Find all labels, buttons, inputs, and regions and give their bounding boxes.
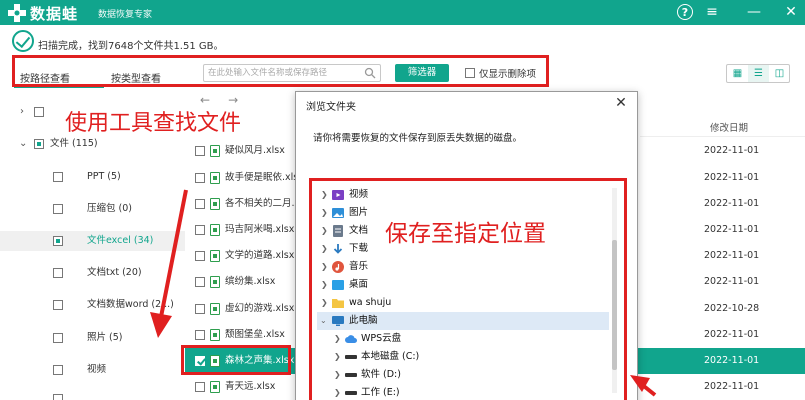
view-toggle: ▦ ☰ ◫ [726,64,790,83]
tree-checkbox[interactable] [53,236,63,246]
tree-item-more[interactable] [0,389,185,400]
file-date: 2022-11-01 [704,381,760,392]
file-name: 虚幻的游戏.xlsx [225,303,295,314]
menu-icon[interactable]: ≡ [703,3,721,21]
tree-item-videos[interactable]: 视频 [0,360,185,380]
scan-status-text: 扫描完成，找到7648个文件共1.51 GB。 [38,41,224,52]
app-brand: 数据蛙 [30,5,79,23]
category-tree: › ⌄ 文件 (115) PPT (5) 压缩包 (0) 文件excel (34… [0,96,185,400]
expand-arrow-icon[interactable]: › [20,102,24,122]
file-date: 2022-11-01 [704,250,760,261]
selected-row-highlight-frame [181,345,291,375]
file-date: 2022-11-01 [704,145,760,156]
excel-file-icon [210,303,220,315]
list-header: 修改日期 [640,113,805,137]
tree-checkbox[interactable] [34,139,44,149]
collapse-arrow-icon[interactable]: ⌄ [19,134,27,154]
file-checkbox[interactable] [195,173,205,183]
detail-view-icon[interactable]: ◫ [769,65,790,82]
file-name: 玛吉阿米喝.xlsx [225,224,295,235]
tree-item-excel[interactable]: 文件excel (34) [0,231,185,251]
tree-checkbox[interactable] [53,333,63,343]
file-name: 疑似风月.xlsx [225,145,285,156]
app-logo-icon [8,4,26,22]
annotation-use-tool: 使用工具查找文件 [65,111,242,136]
folder-tree-highlight-frame [309,178,627,400]
file-date: 2022-11-01 [704,355,760,366]
tree-checkbox[interactable] [53,300,63,310]
tree-checkbox[interactable] [53,204,63,214]
tree-checkbox[interactable] [53,365,63,375]
file-date: 2022-11-01 [704,198,760,209]
tree-checkbox[interactable] [34,107,44,117]
excel-file-icon [210,145,220,157]
file-name: 故手便是眠依.xlsx [225,172,304,183]
excel-file-icon [210,250,220,262]
file-date: 2022-11-01 [704,329,760,340]
date-column-header[interactable]: 修改日期 [710,120,748,134]
file-date: 2022-11-01 [704,172,760,183]
annotation-save-location: 保存至指定位置 [385,221,546,247]
file-checkbox[interactable] [195,146,205,156]
tree-item-ppt[interactable]: PPT (5) [0,167,185,187]
file-checkbox[interactable] [195,225,205,235]
minimize-icon[interactable]: — [745,3,763,21]
excel-file-icon [210,381,220,393]
file-checkbox[interactable] [195,251,205,261]
file-checkbox[interactable] [195,330,205,340]
excel-file-icon [210,224,220,236]
app-tagline: 数据恢复专家 [98,10,153,20]
tree-item-files[interactable]: ⌄ 文件 (115) [0,134,185,154]
file-checkbox[interactable] [195,382,205,392]
file-name: 缤纷集.xlsx [225,276,276,287]
grid-view-icon[interactable]: ▦ [727,65,748,82]
toolbar-highlight-frame [12,55,549,87]
tree-item-txt[interactable]: 文档txt (20) [0,263,185,283]
tree-item-archive[interactable]: 压缩包 (0) [0,199,185,219]
file-checkbox[interactable] [195,199,205,209]
close-icon[interactable]: ✕ [782,3,800,21]
file-name: 青天远.xlsx [225,381,276,392]
file-checkbox[interactable] [195,304,205,314]
tree-checkbox[interactable] [53,394,63,400]
file-name: 文学的道路.xlsx [225,250,295,261]
tree-checkbox[interactable] [53,268,63,278]
list-view-icon[interactable]: ☰ [748,65,769,82]
dialog-message: 请你将需要恢复的文件保存到原丢失数据的磁盘。 [313,133,523,144]
excel-file-icon [210,198,220,210]
excel-file-icon [210,276,220,288]
scan-complete-check-icon [12,30,34,52]
excel-file-icon [210,172,220,184]
excel-file-icon [210,329,220,341]
tree-checkbox[interactable] [53,172,63,182]
dialog-title: 浏览文件夹 [306,102,356,113]
tree-item-photos[interactable]: 照片 (5) [0,328,185,348]
file-date: 2022-10-28 [704,303,760,314]
help-icon[interactable]: ? [677,4,693,20]
file-checkbox[interactable] [195,277,205,287]
title-bar: 数据蛙 数据恢复专家 ? ≡ — ✕ [0,0,805,25]
file-date: 2022-11-01 [704,276,760,287]
close-icon[interactable]: ✕ [613,95,629,111]
file-date: 2022-11-01 [704,224,760,235]
tree-item-word[interactable]: 文档数据word (2...) [0,295,185,315]
